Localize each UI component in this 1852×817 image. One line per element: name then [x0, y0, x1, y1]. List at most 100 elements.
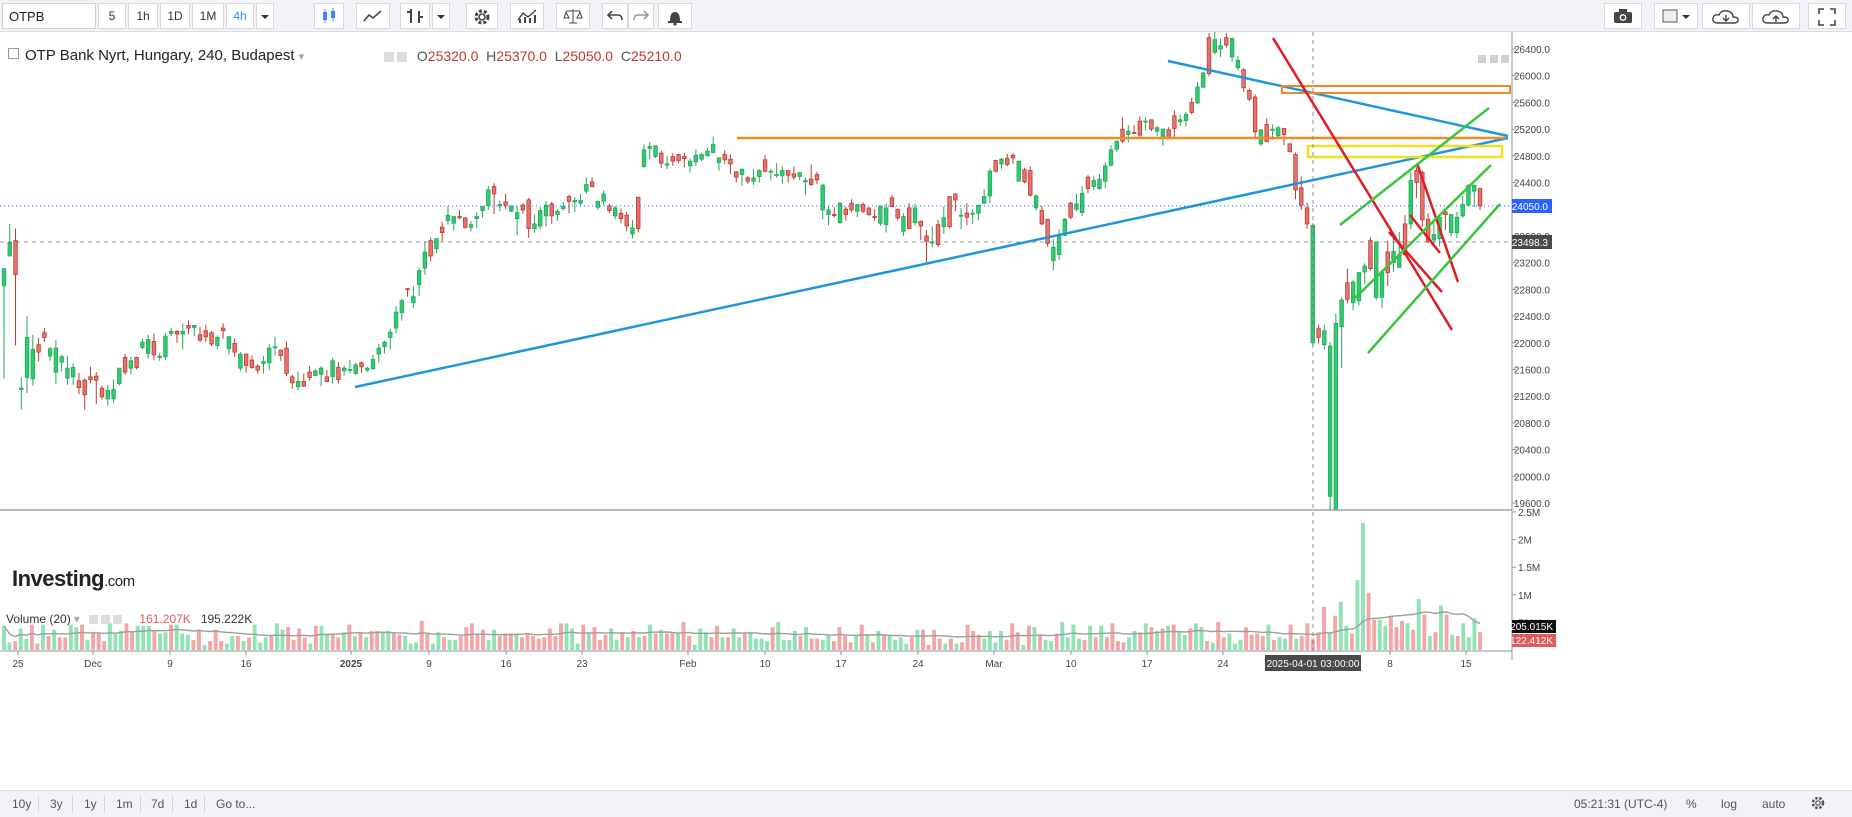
percent-scale-toggle[interactable]: % [1686, 797, 1697, 811]
green-channel-line-1[interactable] [1339, 107, 1490, 226]
interval-dropdown[interactable] [256, 3, 274, 29]
volume-bar [542, 637, 547, 650]
candle-body [290, 376, 295, 384]
volume-bar [1004, 639, 1009, 650]
log-scale-toggle[interactable]: log [1721, 797, 1737, 811]
volume-bar [263, 637, 268, 650]
bar-style-button[interactable] [400, 3, 430, 29]
chart-legend[interactable]: OTP Bank Nyrt, Hungary, 240, Budapest ▾ [8, 47, 304, 64]
volume-bar [486, 639, 491, 650]
svg-text:2025-04-01 03:00:00: 2025-04-01 03:00:00 [1267, 659, 1360, 670]
volume-bar [202, 644, 207, 650]
candle-body [1160, 128, 1166, 138]
candle-body [1114, 140, 1119, 150]
candle-body [1097, 178, 1102, 189]
volume-bar [1065, 637, 1070, 650]
time-tick-label: 24 [1217, 659, 1229, 670]
price-tick-label: 26000.0 [1514, 72, 1551, 83]
range-1m[interactable]: 1m [116, 797, 133, 811]
pane-maximize-icon[interactable] [1501, 55, 1509, 63]
pane-controls[interactable] [1478, 55, 1509, 63]
blue-resistance-trendline[interactable] [1167, 59, 1509, 138]
candle-body [826, 209, 831, 215]
candle-body [970, 212, 975, 215]
volume-bar [319, 625, 324, 650]
volume-bar [1455, 636, 1460, 650]
time-tick-label: 24 [912, 659, 924, 670]
candle-body [249, 359, 255, 368]
undo-button[interactable] [602, 3, 628, 29]
candle-body [497, 204, 503, 207]
volume-bar [169, 624, 174, 650]
template-button[interactable] [1654, 3, 1698, 29]
symbol-input[interactable]: OTPB [2, 3, 96, 29]
legend-hide-icon[interactable] [397, 52, 407, 62]
volume-bar [1416, 599, 1421, 650]
price-chart[interactable]: 26400.0 26000.0 25600.0 25200.0 24800.0 24400… [0, 32, 1852, 776]
candle-body [1345, 282, 1350, 300]
interval-1m[interactable]: 1M [192, 3, 224, 29]
time-axis[interactable]: 25 Dec 9 16 2025 9 16 23 Feb 10 17 24 Mar 10 17 24 8 15 [12, 651, 1472, 670]
pane-move-up-icon[interactable] [1478, 55, 1486, 63]
volume-dropdown-icon[interactable]: ▾ [74, 612, 80, 626]
fullscreen-button[interactable] [1808, 3, 1846, 29]
volume-bar [286, 627, 291, 650]
candle-body [215, 337, 220, 346]
candle-body [1045, 218, 1050, 244]
volume-bar [1388, 616, 1393, 650]
volume-close-icon[interactable] [113, 615, 123, 624]
volume-bar [152, 630, 157, 650]
candle-body [1472, 184, 1477, 192]
interval-1d[interactable]: 1D [160, 3, 190, 29]
settings-button[interactable] [466, 3, 498, 29]
alert-button[interactable] [658, 3, 692, 29]
candle-body [1235, 59, 1241, 69]
goto-date-button[interactable]: Go to... [216, 797, 255, 811]
indicators-button[interactable] [510, 3, 544, 29]
candle-body [480, 206, 485, 211]
compare-button[interactable] [556, 3, 590, 29]
range-7d[interactable]: 7d [151, 797, 164, 811]
volume-bar [598, 639, 602, 650]
range-3y[interactable]: 3y [50, 797, 63, 811]
candle-body [1091, 180, 1096, 187]
volume-bar [1355, 580, 1360, 650]
volume-value: 161.207K [139, 612, 191, 626]
pane-move-down-icon[interactable] [1490, 55, 1498, 63]
interval-5[interactable]: 5 [98, 3, 126, 29]
line-chart-button[interactable] [356, 3, 390, 29]
chart-type-dropdown[interactable] [432, 3, 450, 29]
interval-4h[interactable]: 4h [226, 3, 254, 29]
volume-ma-value: 195.222K [200, 612, 253, 626]
volume-bar [1021, 644, 1026, 650]
redo-button[interactable] [628, 3, 654, 29]
range-1d[interactable]: 1d [184, 797, 197, 811]
volume-bar [141, 625, 146, 650]
collapse-legend-icon[interactable] [8, 48, 19, 59]
range-10y[interactable]: 10y [12, 797, 31, 811]
volume-legend[interactable]: Volume (20) ▾ 161.207K 195.222K [6, 612, 252, 626]
candle-body [647, 146, 652, 149]
template-icon [1662, 9, 1690, 23]
volume-hide-icon[interactable] [101, 615, 111, 624]
range-1y[interactable]: 1y [84, 797, 97, 811]
legend-settings-icon[interactable] [384, 52, 394, 62]
price-axis[interactable]: 26400.0 26000.0 25600.0 25200.0 24800.0 24400… [1512, 45, 1550, 510]
volume-bar [843, 636, 847, 650]
candle-body [912, 207, 918, 223]
candle-body [422, 251, 428, 269]
high-value: 25370.0 [496, 48, 547, 64]
orange-zone-rectangle[interactable] [1281, 85, 1511, 94]
legend-dropdown-icon[interactable]: ▾ [299, 51, 305, 63]
save-layout-button[interactable] [1752, 3, 1800, 29]
volume-bar [252, 624, 257, 650]
volume-settings-icon[interactable] [89, 615, 99, 624]
screenshot-button[interactable] [1604, 3, 1642, 29]
candles-button[interactable] [314, 3, 344, 29]
auto-scale-toggle[interactable]: auto [1762, 797, 1785, 811]
load-layout-button[interactable] [1702, 3, 1750, 29]
volume-axis[interactable]: 2.5M2M1.5M1M500K [1512, 508, 1542, 629]
yellow-zone-rectangle[interactable] [1306, 144, 1504, 159]
chart-properties-button[interactable] [1810, 795, 1826, 814]
interval-1h[interactable]: 1h [128, 3, 158, 29]
